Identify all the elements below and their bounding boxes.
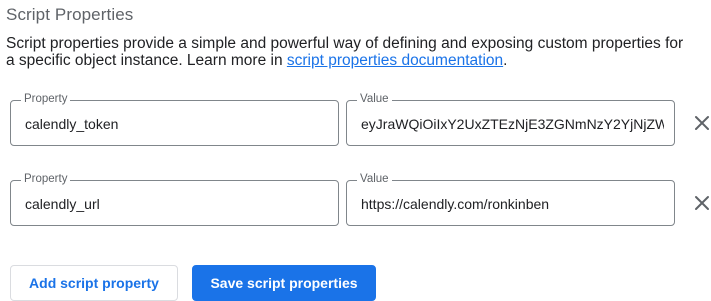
property-value-input[interactable]: https://calendly.com/ronkinben xyxy=(361,195,664,213)
property-key-label: Property xyxy=(21,172,71,187)
property-value-field[interactable]: Value eyJraWQiOiIxY2UxZTEzNjE3ZGNmNzY2Yj… xyxy=(346,92,675,146)
close-icon xyxy=(695,116,709,130)
property-key-input[interactable]: calendly_url xyxy=(25,195,328,213)
property-row: Property calendly_token Value eyJraWQiOi… xyxy=(0,92,711,151)
section-title: Script Properties xyxy=(6,5,134,24)
description-suffix: . xyxy=(503,52,508,69)
property-value-input[interactable]: eyJraWQiOiIxY2UxZTEzNjE3ZGNmNzY2YjNjZWJj… xyxy=(361,115,664,133)
add-script-property-button[interactable]: Add script property xyxy=(10,265,178,301)
close-icon xyxy=(695,196,709,210)
property-key-field[interactable]: Property calendly_url xyxy=(10,172,339,226)
section-description: Script properties provide a simple and p… xyxy=(6,35,696,69)
delete-property-button[interactable] xyxy=(690,111,711,135)
delete-property-button[interactable] xyxy=(690,191,711,215)
property-value-label: Value xyxy=(357,92,392,107)
property-value-field[interactable]: Value https://calendly.com/ronkinben xyxy=(346,172,675,226)
property-row: Property calendly_url Value https://cale… xyxy=(0,172,711,231)
property-key-label: Property xyxy=(21,92,71,107)
docs-link[interactable]: script properties documentation xyxy=(287,52,503,69)
property-value-label: Value xyxy=(357,172,392,187)
property-key-field[interactable]: Property calendly_token xyxy=(10,92,339,146)
save-script-properties-button[interactable]: Save script properties xyxy=(192,265,376,301)
property-key-input[interactable]: calendly_token xyxy=(25,115,328,133)
